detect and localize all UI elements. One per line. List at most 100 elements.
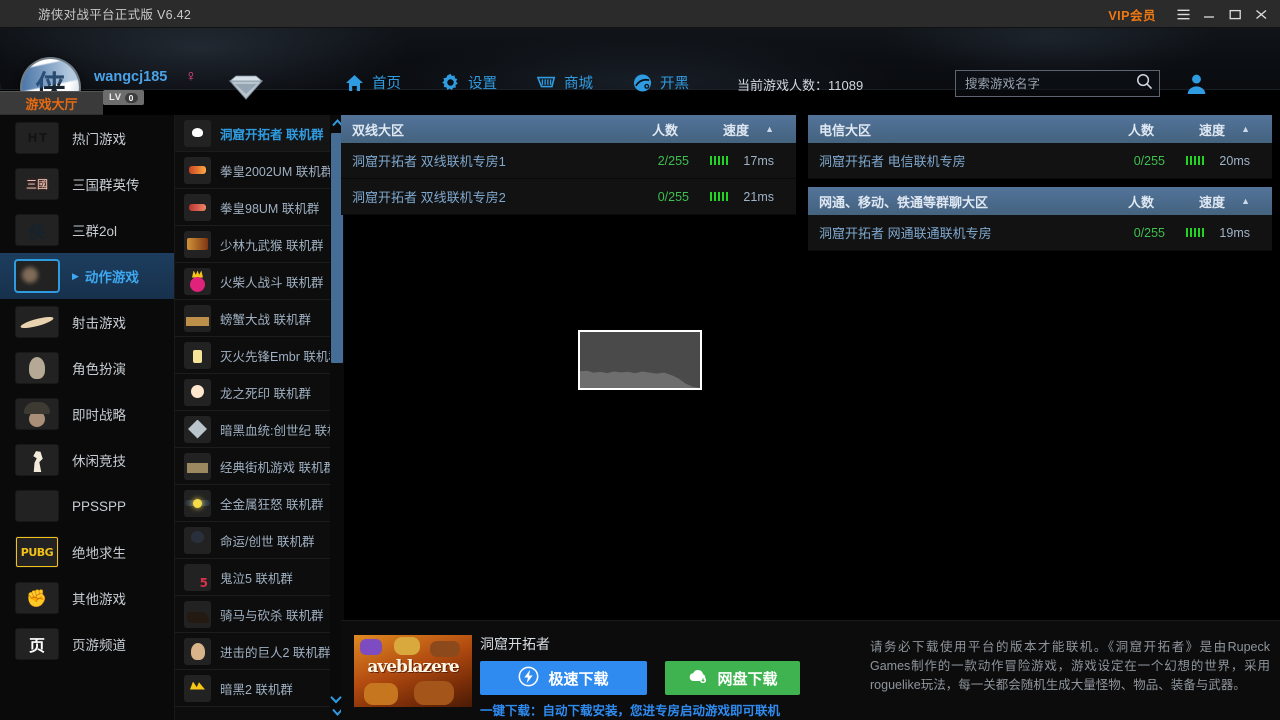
- game-list-item[interactable]: 拳皇2002UM 联机群: [175, 152, 330, 189]
- nav-item-settings[interactable]: 设置: [441, 72, 497, 93]
- game-list-rows: 洞窟开拓者 联机群拳皇2002UM 联机群拳皇98UM 联机群少林九武猴 联机群…: [175, 115, 330, 707]
- sort-asc-icon[interactable]: ▲: [1241, 196, 1250, 206]
- minimize-icon[interactable]: [1196, 0, 1222, 28]
- room-group-header[interactable]: 双线大区 人数 速度 ▲: [341, 115, 796, 143]
- room-row[interactable]: 洞窟开拓者 网通联通联机专房 0/255 19ms: [808, 215, 1272, 251]
- game-list-item-label: 火柴人战斗 联机群: [220, 275, 324, 290]
- game-thumbnail: [184, 378, 211, 406]
- game-list-item[interactable]: 鬼泣5 联机群: [175, 559, 330, 596]
- game-list-item-label: 螃蟹大战 联机群: [220, 312, 311, 327]
- nav-item-voicechat[interactable]: 开黑: [633, 72, 689, 93]
- gear-icon: [441, 73, 460, 92]
- game-list-item[interactable]: 经典街机游戏 联机群: [175, 448, 330, 485]
- game-list-item[interactable]: 暗黑2 联机群: [175, 670, 330, 707]
- game-list-item[interactable]: 龙之死印 联机群: [175, 374, 330, 411]
- sidebar-item-12[interactable]: 页页游频道: [0, 621, 174, 667]
- game-list-item[interactable]: 全金属狂怒 联机群: [175, 485, 330, 522]
- game-list-item[interactable]: 骑马与砍杀 联机群: [175, 596, 330, 633]
- column-header-speed: 速度: [1198, 122, 1225, 138]
- sort-asc-icon[interactable]: ▲: [1241, 124, 1250, 134]
- sidebar-item-11[interactable]: ✊ 其他游戏: [0, 575, 174, 621]
- game-list-item-label: 骑马与砍杀 联机群: [220, 608, 324, 623]
- netdisk-download-button[interactable]: 网盘下载: [665, 661, 800, 695]
- room-capacity: 0/255: [1133, 225, 1165, 240]
- sidebar-item-8[interactable]: 休闲竞技: [0, 437, 174, 483]
- game-list-item-label: 洞窟开拓者 联机群: [220, 127, 324, 142]
- category-thumbnail: [16, 307, 58, 337]
- center-placeholder-image: [578, 330, 702, 390]
- vip-badge[interactable]: VIP会员: [1108, 5, 1156, 24]
- sidebar-item-9[interactable]: PPSSPP: [0, 483, 174, 529]
- main-nav: 首页 设置 商城 开黑: [345, 72, 689, 93]
- room-group-title: 双线大区: [352, 122, 405, 138]
- nav-label-home: 首页: [372, 76, 401, 92]
- game-list-item[interactable]: 洞窟开拓者 联机群: [175, 115, 330, 152]
- sidebar-item-label: 角色扮演: [72, 362, 126, 377]
- cover-shape-4: [364, 683, 398, 705]
- column-header-speed: 速度: [1198, 194, 1225, 210]
- room-group-header[interactable]: 网通、移动、铁通等群聊大区 人数 速度 ▲: [808, 187, 1272, 215]
- sort-asc-icon[interactable]: ▲: [765, 124, 774, 134]
- room-row[interactable]: 洞窟开拓者 双线联机专房2 0/255 21ms: [341, 179, 796, 215]
- sidebar-item-7[interactable]: 即时战略: [0, 391, 174, 437]
- lobby-tab[interactable]: 游戏大厅: [0, 91, 103, 115]
- game-list-item[interactable]: 灭火先锋Embr 联机群: [175, 337, 330, 374]
- sidebar-item-5[interactable]: 射击游戏: [0, 299, 174, 345]
- room-capacity: 0/255: [1133, 153, 1165, 168]
- room-group-header[interactable]: 电信大区 人数 速度 ▲: [808, 115, 1272, 143]
- title-bar-right: VIP会员: [1108, 0, 1274, 28]
- room-panel-right: 电信大区 人数 速度 ▲ 洞窟开拓者 电信联机专房 0/255 20ms 网通、移动、铁通等群…: [808, 115, 1272, 615]
- game-thumbnail: [184, 304, 211, 332]
- search-input[interactable]: [965, 76, 1136, 91]
- lightning-icon: [518, 666, 539, 691]
- search-icon[interactable]: [1136, 73, 1153, 95]
- game-list-item-label: 灭火先锋Embr 联机群: [220, 349, 330, 364]
- game-cover-image: aveblazere: [354, 635, 472, 707]
- cover-shape-5: [414, 681, 454, 705]
- game-thumbnail: [184, 267, 211, 295]
- game-list-item[interactable]: 少林九武猴 联机群: [175, 226, 330, 263]
- category-thumbnail: [16, 399, 58, 429]
- nav-item-store[interactable]: 商城: [537, 72, 593, 93]
- diamond-icon[interactable]: [228, 75, 264, 106]
- game-list-item[interactable]: 命运/创世 联机群: [175, 522, 330, 559]
- game-list-item[interactable]: 暗黑血统:创世纪 联机群: [175, 411, 330, 448]
- sidebar-item-10[interactable]: PUBG 绝地求生: [0, 529, 174, 575]
- game-list-item[interactable]: 火柴人战斗 联机群: [175, 263, 330, 300]
- nav-label-store: 商城: [564, 76, 593, 92]
- maximize-icon[interactable]: [1222, 0, 1248, 28]
- sidebar-item-4[interactable]: ▶ 动作游戏: [0, 253, 174, 299]
- chevron-right-icon: ▶: [72, 270, 79, 281]
- app-header: 侠 wangcj185 ♀ LV 0 首页 设置 商城 开黑 当前游戏人数：11…: [0, 28, 1280, 116]
- category-thumbnail: [16, 169, 58, 199]
- game-list-item[interactable]: 螃蟹大战 联机群: [175, 300, 330, 337]
- bottom-scroll-down-icon[interactable]: [329, 690, 343, 708]
- hamburger-icon[interactable]: [1170, 0, 1196, 28]
- nav-label-voicechat: 开黑: [660, 76, 689, 92]
- download-hint: 一键下载：自动下载安装，您进专房启动游戏即可联机: [480, 704, 781, 718]
- column-header-people: 人数: [1127, 122, 1154, 138]
- search-box[interactable]: [955, 70, 1160, 97]
- fast-download-button[interactable]: 极速下载: [480, 661, 647, 695]
- cover-title-text: aveblazere: [367, 657, 459, 677]
- game-list-item-label: 命运/创世 联机群: [220, 534, 315, 549]
- room-name: 洞窟开拓者 网通联通联机专房: [819, 226, 992, 241]
- room-row[interactable]: 洞窟开拓者 电信联机专房 0/255 20ms: [808, 143, 1272, 179]
- app-window: 游侠对战平台正式版 V6.42 VIP会员 侠 wangcj185 ♀ LV 0…: [0, 0, 1280, 720]
- game-list-item[interactable]: 拳皇98UM 联机群: [175, 189, 330, 226]
- game-thumbnail: [184, 674, 211, 702]
- user-avatar-icon[interactable]: [1185, 72, 1208, 100]
- signal-strength-icon: [1185, 156, 1204, 165]
- sidebar-item-2[interactable]: 三国群英传: [0, 161, 174, 207]
- sidebar-item-1[interactable]: H T 热门游戏: [0, 115, 174, 161]
- room-row[interactable]: 洞窟开拓者 双线联机专房1 2/255 17ms: [341, 143, 796, 179]
- close-icon[interactable]: [1248, 0, 1274, 28]
- sidebar-item-6[interactable]: 角色扮演: [0, 345, 174, 391]
- category-thumbnail: PUBG: [16, 537, 58, 567]
- game-list-item-label: 拳皇98UM 联机群: [220, 201, 320, 216]
- game-description: 请务必下载使用平台的版本才能联机。《洞窟开拓者》是由Rupeck Games制作…: [870, 640, 1270, 692]
- game-list-item[interactable]: 进击的巨人2 联机群: [175, 633, 330, 670]
- sidebar-item-3[interactable]: 侠三群2ol: [0, 207, 174, 253]
- nav-item-home[interactable]: 首页: [345, 72, 401, 93]
- game-thumbnail: [184, 489, 211, 517]
